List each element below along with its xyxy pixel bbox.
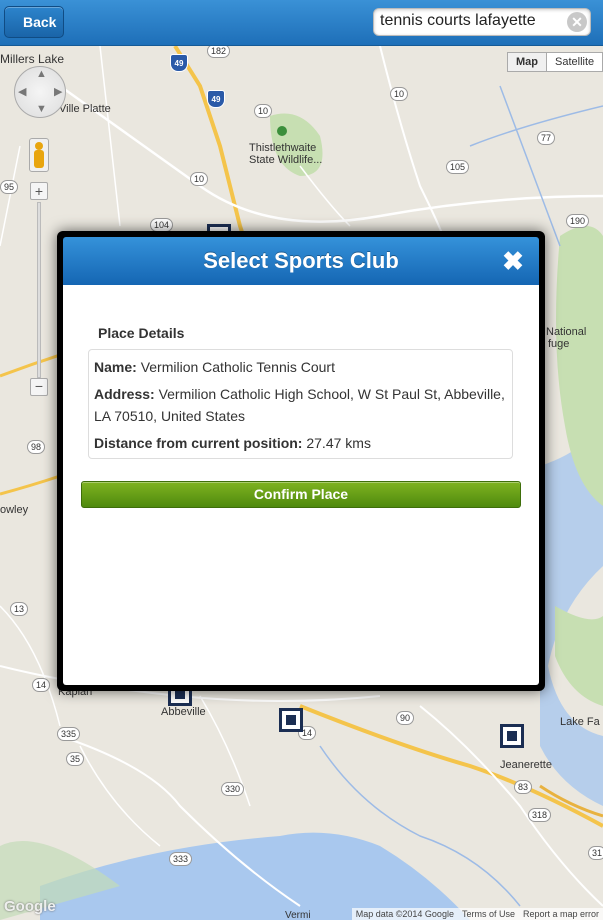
map-label-thistlethwaite: Thistlethwaite [249, 142, 317, 154]
route-shield: 10 [390, 87, 409, 101]
address-value: Vermilion Catholic High School, W St Pau… [94, 386, 505, 424]
report-map-error-link[interactable]: Report a map error [523, 908, 599, 920]
zoom-in-button[interactable]: + [30, 182, 48, 200]
route-shield: 31 [588, 846, 603, 860]
place-details-box: Name: Vermilion Catholic Tennis Court Ad… [88, 349, 513, 459]
route-shield: 330 [221, 782, 245, 796]
map-label-jeanerette: Jeanerette [500, 759, 552, 771]
route-shield: 98 [27, 440, 46, 454]
interstate-shield: 49 [170, 54, 188, 72]
route-shield: 95 [0, 180, 19, 194]
place-marker[interactable] [500, 724, 524, 748]
map-label-millers-lake: Millers Lake [0, 52, 65, 66]
name-label: Name: [94, 359, 137, 375]
place-details-heading: Place Details [98, 325, 185, 341]
zoom-out-button[interactable]: − [30, 378, 48, 396]
close-icon[interactable]: ✖ [501, 248, 525, 274]
map-label-ville-platte: Ville Platte [59, 103, 111, 115]
route-shield: 190 [566, 214, 590, 228]
route-shield: 333 [169, 852, 193, 866]
dialog-body: Place Details Name: Vermilion Catholic T… [63, 285, 539, 685]
place-marker[interactable] [279, 708, 303, 732]
map-label-abbeville: Abbeville [161, 706, 206, 718]
route-shield: 318 [528, 808, 552, 822]
street-view-pegman-icon[interactable] [29, 138, 49, 172]
terms-of-use-link[interactable]: Terms of Use [462, 908, 515, 920]
map-label-state-wildlife: State Wildlife... [249, 154, 323, 166]
map-type-map-button[interactable]: Map [508, 53, 547, 71]
map-data-text: Map data ©2014 Google [355, 909, 454, 919]
dialog-title: Select Sports Club [203, 248, 399, 273]
address-label: Address: [94, 386, 155, 402]
map-label-rowley: owley [0, 504, 29, 516]
route-shield: 105 [446, 160, 470, 174]
pan-down-icon[interactable]: ▼ [36, 103, 47, 115]
app-header: Back tennis courts lafayette ✕ [0, 0, 603, 46]
park-icon [277, 126, 287, 136]
zoom-slider[interactable] [37, 202, 41, 378]
pan-up-icon[interactable]: ▲ [36, 68, 47, 80]
name-row: Name: Vermilion Catholic Tennis Court [94, 356, 507, 378]
route-shield: 35 [66, 752, 85, 766]
interstate-shield: 49 [207, 90, 225, 108]
dialog-header: Select Sports Club ✖ [63, 237, 539, 285]
map-type-control: Map Satellite [507, 52, 603, 72]
google-logo: Google [4, 898, 56, 915]
route-shield: 77 [537, 131, 556, 145]
distance-row: Distance from current position: 27.47 km… [94, 432, 507, 454]
route-shield: 104 [150, 218, 174, 232]
route-shield: 182 [207, 46, 231, 58]
route-shield: 14 [32, 678, 51, 692]
map-attribution: Map data ©2014 Google Terms of Use Repor… [351, 908, 603, 920]
distance-value: 27.47 kms [306, 435, 371, 451]
route-shield: 10 [254, 104, 273, 118]
back-button[interactable]: Back [4, 6, 64, 38]
map-type-satellite-button[interactable]: Satellite [547, 53, 602, 71]
confirm-place-button[interactable]: Confirm Place [81, 481, 521, 508]
map-label-lake-fa: Lake Fa [560, 716, 600, 728]
route-shield: 83 [514, 780, 533, 794]
distance-label: Distance from current position: [94, 435, 303, 451]
clear-search-icon[interactable]: ✕ [567, 12, 587, 32]
route-shield: 10 [190, 172, 209, 186]
pan-control[interactable]: ▲ ▼ ◀ ▶ [14, 66, 66, 118]
map-label-refuge: fuge [548, 338, 570, 350]
pan-left-icon[interactable]: ◀ [18, 85, 26, 98]
pan-right-icon[interactable]: ▶ [54, 85, 62, 98]
route-shield: 90 [396, 711, 415, 725]
route-shield: 13 [10, 602, 29, 616]
select-sports-club-dialog: Select Sports Club ✖ Place Details Name:… [57, 231, 545, 691]
map-label-national: National [546, 326, 587, 338]
address-row: Address: Vermilion Catholic High School,… [94, 383, 507, 427]
name-value: Vermilion Catholic Tennis Court [140, 359, 335, 375]
route-shield: 335 [57, 727, 81, 741]
map-label-vermi: Vermi [285, 910, 311, 920]
search-input[interactable]: tennis courts lafayette [373, 8, 591, 36]
